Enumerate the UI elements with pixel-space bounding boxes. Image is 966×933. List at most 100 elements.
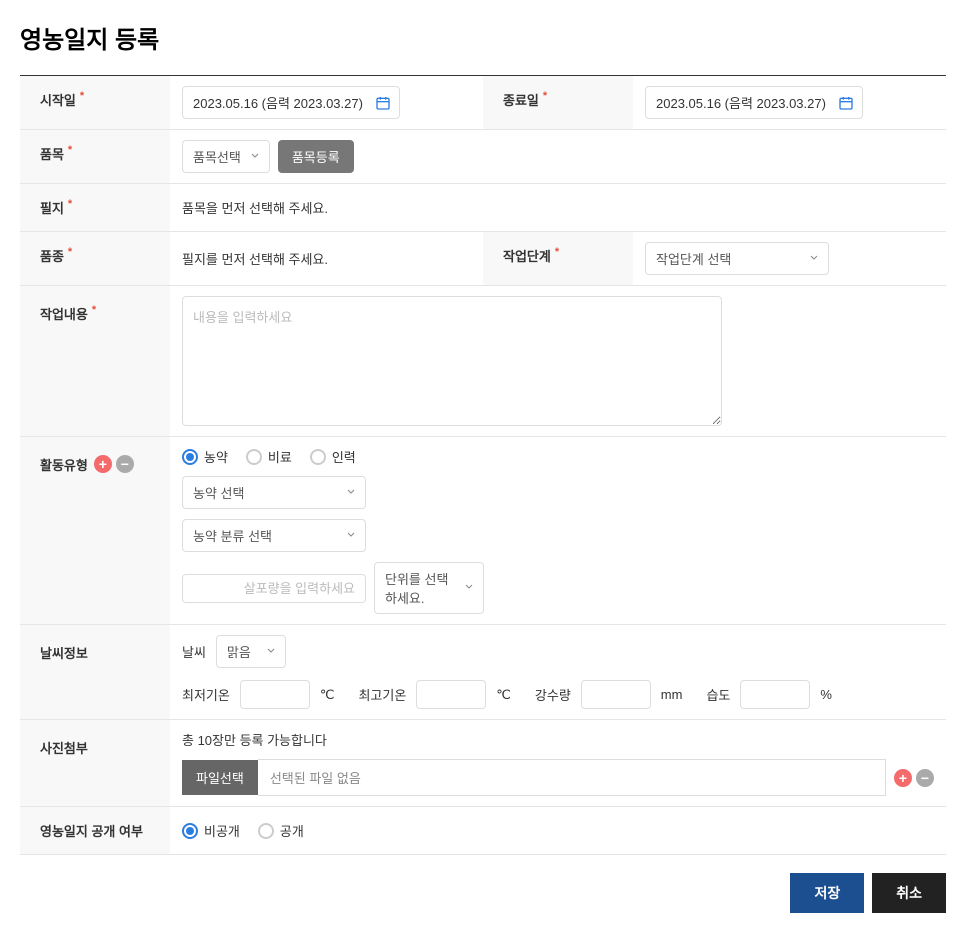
required-icon: * (80, 90, 84, 102)
temp-low-input[interactable] (240, 680, 310, 709)
required-icon: * (543, 90, 547, 102)
chevron-down-icon (808, 251, 820, 266)
radio-private[interactable]: 비공개 (182, 821, 240, 840)
variety-hint: 필지를 먼저 선택해 주세요. (182, 249, 328, 268)
end-date-input[interactable]: 2023.05.16 (음력 2023.03.27) (645, 86, 863, 119)
radio-fertilizer[interactable]: 비료 (246, 447, 292, 466)
required-icon: * (92, 304, 96, 316)
chevron-down-icon (345, 528, 357, 543)
humidity-input[interactable] (740, 680, 810, 709)
unit-percent: % (820, 687, 832, 702)
radio-labor-label: 인력 (332, 447, 356, 466)
file-select-button[interactable]: 파일선택 (182, 760, 258, 795)
required-icon: * (68, 198, 72, 210)
start-date-input[interactable]: 2023.05.16 (음력 2023.03.27) (182, 86, 400, 119)
chevron-down-icon (345, 485, 357, 500)
radio-labor[interactable]: 인력 (310, 447, 356, 466)
radio-icon (246, 449, 262, 465)
start-date-value: 2023.05.16 (음력 2023.03.27) (193, 93, 363, 112)
weather-select-value: 맑음 (227, 642, 251, 661)
row-weather: 날씨정보 날씨 맑음 최저기온 ℃ 최고기온 (20, 625, 946, 720)
activity-remove-button[interactable]: − (116, 455, 134, 473)
label-weather-text: 날씨정보 (40, 643, 88, 662)
spray-amount-input[interactable] (182, 574, 366, 603)
radio-icon (258, 823, 274, 839)
file-name-display: 선택된 파일 없음 (258, 759, 886, 796)
radio-pesticide-label: 농약 (204, 447, 228, 466)
pesticide-select[interactable]: 농약 선택 (182, 476, 366, 509)
required-icon: * (555, 246, 559, 258)
row-activity: 활동유형 + − 농약 비료 (20, 437, 946, 625)
unit-celsius: ℃ (320, 687, 335, 703)
humidity-label: 습도 (706, 685, 730, 704)
radio-private-label: 비공개 (204, 821, 240, 840)
radio-public-label: 공개 (280, 821, 304, 840)
row-photo: 사진첨부 총 10장만 등록 가능합니다 파일선택 선택된 파일 없음 + − (20, 720, 946, 807)
row-variety: 품종 * 필지를 먼저 선택해 주세요. 작업단계 * 작업단계 선택 (20, 232, 946, 286)
work-stage-text: 작업단계 선택 (656, 249, 731, 268)
file-remove-button[interactable]: − (916, 769, 934, 787)
pesticide-class-select[interactable]: 농약 분류 선택 (182, 519, 366, 552)
save-button[interactable]: 저장 (790, 873, 864, 913)
radio-pesticide[interactable]: 농약 (182, 447, 228, 466)
required-icon: * (68, 246, 72, 258)
label-activity-text: 활동유형 (40, 455, 88, 474)
visibility-radio-group: 비공개 공개 (182, 821, 304, 840)
label-variety-text: 품종 (40, 246, 64, 265)
photo-limit-text: 총 10장만 등록 가능합니다 (182, 730, 934, 749)
radio-icon (310, 449, 326, 465)
footer-buttons: 저장 취소 (20, 873, 946, 913)
item-register-button[interactable]: 품목등록 (278, 140, 354, 173)
chevron-down-icon (463, 581, 475, 596)
label-weather: 날씨정보 (20, 625, 170, 719)
item-select[interactable]: 품목선택 (182, 140, 270, 173)
cancel-button[interactable]: 취소 (872, 873, 946, 913)
radio-public[interactable]: 공개 (258, 821, 304, 840)
temp-low-label: 최저기온 (182, 685, 230, 704)
chevron-down-icon (249, 149, 261, 164)
activity-add-button[interactable]: + (94, 455, 112, 473)
row-dates: 시작일 * 2023.05.16 (음력 2023.03.27) 종료일 * (20, 76, 946, 130)
label-variety: 품종 * (20, 232, 170, 285)
file-add-button[interactable]: + (894, 769, 912, 787)
label-item: 품목 * (20, 130, 170, 183)
label-start-date-text: 시작일 (40, 90, 76, 109)
label-visibility-text: 영농일지 공개 여부 (40, 821, 143, 840)
temp-high-label: 최고기온 (358, 685, 406, 704)
label-work-stage: 작업단계 * (483, 232, 633, 285)
label-photo: 사진첨부 (20, 720, 170, 806)
label-item-text: 품목 (40, 144, 64, 163)
label-end-date: 종료일 * (483, 76, 633, 129)
rain-input[interactable] (581, 680, 651, 709)
row-visibility: 영농일지 공개 여부 비공개 공개 (20, 807, 946, 855)
unit-mm: mm (661, 687, 683, 702)
radio-icon (182, 823, 198, 839)
row-field: 필지* 품목을 먼저 선택해 주세요. (20, 184, 946, 232)
unit-select-text: 단위를 선택하세요. (385, 569, 455, 607)
radio-fertilizer-label: 비료 (268, 447, 292, 466)
label-work-content: 작업내용 * (20, 286, 170, 436)
label-field-text: 필지 (40, 198, 64, 217)
pesticide-select-text: 농약 선택 (193, 483, 244, 502)
work-stage-select[interactable]: 작업단계 선택 (645, 242, 829, 275)
required-icon: * (68, 144, 72, 156)
end-date-value: 2023.05.16 (음력 2023.03.27) (656, 93, 826, 112)
rain-label: 강수량 (535, 685, 571, 704)
row-item: 품목 * 품목선택 품목등록 (20, 130, 946, 184)
activity-radio-group: 농약 비료 인력 (182, 447, 934, 466)
work-content-textarea[interactable] (182, 296, 722, 426)
unit-select[interactable]: 단위를 선택하세요. (374, 562, 484, 614)
label-end-date-text: 종료일 (503, 90, 539, 109)
temp-high-input[interactable] (416, 680, 486, 709)
label-work-content-text: 작업내용 (40, 304, 88, 323)
label-work-stage-text: 작업단계 (503, 246, 551, 265)
calendar-icon[interactable] (375, 95, 391, 111)
weather-select[interactable]: 맑음 (216, 635, 286, 668)
chevron-down-icon (265, 644, 277, 659)
label-visibility: 영농일지 공개 여부 (20, 807, 170, 854)
calendar-icon[interactable] (838, 95, 854, 111)
form-table: 시작일 * 2023.05.16 (음력 2023.03.27) 종료일 * (20, 75, 946, 855)
weather-label: 날씨 (182, 642, 206, 661)
label-field: 필지 * (20, 184, 170, 231)
radio-icon (182, 449, 198, 465)
